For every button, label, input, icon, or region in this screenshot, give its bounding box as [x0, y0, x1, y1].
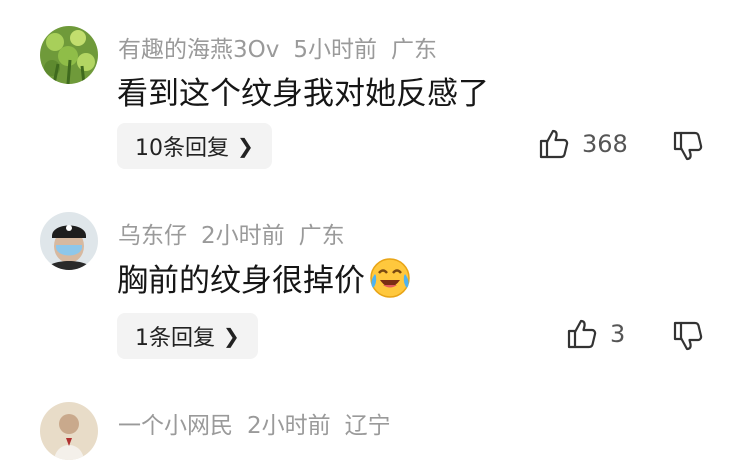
comment-meta: 乌东仔 2小时前 广东: [118, 216, 359, 250]
person-cap-avatar-icon: [40, 212, 98, 270]
green-plant-avatar-icon: [40, 26, 98, 84]
comment-text: 胸前的纹身很掉价: [117, 254, 413, 300]
like-count: 368: [582, 130, 628, 158]
person-avatar-icon: [40, 402, 98, 460]
timestamp: 2小时前: [247, 413, 331, 439]
username[interactable]: 乌东仔: [118, 223, 187, 249]
comment-meta: 有趣的海燕3Ov 5小时前 广东: [118, 30, 451, 64]
view-replies-button[interactable]: 1条回复 ❯: [117, 313, 258, 359]
user-avatar[interactable]: [40, 26, 98, 84]
dislike-button[interactable]: [672, 130, 704, 166]
timestamp: 5小时前: [293, 37, 377, 63]
comment-text: 看到这个纹身我对她反感了: [117, 68, 489, 113]
thumbs-down-icon: [673, 321, 703, 351]
reply-count-label: 1条回复: [135, 326, 215, 351]
chevron-right-icon: ❯: [237, 134, 254, 158]
comment-text-content: 胸前的纹身很掉价: [117, 262, 365, 299]
reply-count-label: 10条回复: [135, 136, 229, 161]
user-avatar[interactable]: [40, 402, 98, 460]
view-replies-button[interactable]: 10条回复 ❯: [117, 123, 272, 169]
user-avatar[interactable]: [40, 212, 98, 270]
location: 广东: [391, 37, 437, 63]
like-button[interactable]: 3: [566, 318, 625, 350]
comment-meta: 一个小网民 2小时前 辽宁: [118, 406, 405, 440]
location: 广东: [298, 223, 345, 249]
chevron-right-icon: ❯: [223, 324, 240, 348]
thumbs-down-icon: [673, 131, 703, 161]
laughing-crying-emoji-icon: [370, 258, 410, 298]
thumbs-up-icon: [539, 129, 569, 159]
username[interactable]: 有趣的海燕3Ov: [118, 37, 279, 63]
location: 辽宁: [344, 413, 391, 439]
thumbs-up-icon: [567, 319, 597, 349]
like-button[interactable]: 368: [538, 128, 628, 160]
comment-text-content: 看到这个纹身我对她反感了: [117, 76, 489, 112]
timestamp: 2小时前: [201, 223, 285, 249]
username[interactable]: 一个小网民: [118, 413, 233, 439]
like-count: 3: [610, 320, 626, 348]
dislike-button[interactable]: [672, 320, 704, 356]
